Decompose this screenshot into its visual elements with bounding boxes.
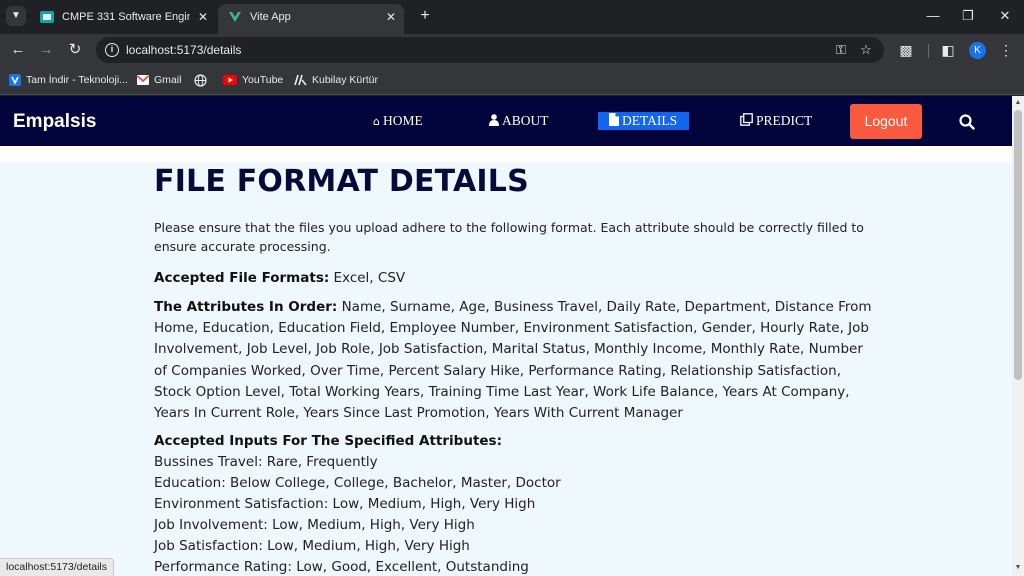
globe-icon <box>194 74 207 87</box>
file-icon <box>609 113 619 126</box>
youtube-icon <box>223 75 237 86</box>
back-button[interactable]: ← <box>7 39 29 61</box>
tab-title: Vite App <box>250 11 291 23</box>
bookmark-youtube[interactable]: YouTube <box>223 66 283 94</box>
forward-button[interactable]: → <box>35 39 57 61</box>
nav-details[interactable]: DETAILS <box>598 112 690 130</box>
side-panel-icon[interactable]: ◧ <box>938 40 958 60</box>
tab-title: CMPE 331 Software Engineering <box>62 11 190 23</box>
nav-predict[interactable]: PREDICT <box>740 112 812 130</box>
attributes-label: The Attributes In Order: <box>154 299 338 315</box>
bookmark-tam-indir[interactable]: Tam İndir - Teknoloji... <box>9 66 128 94</box>
input-rule: Environment Satisfaction: Low, Medium, H… <box>154 496 536 512</box>
input-rule: Education: Below College, College, Bache… <box>154 475 561 491</box>
copy-icon <box>740 113 753 126</box>
extensions-icon[interactable]: ▩ <box>896 40 916 60</box>
attributes-value: Name, Surname, Age, Business Travel, Dai… <box>154 299 872 422</box>
scroll-up-icon[interactable]: ▲ <box>1014 99 1022 107</box>
inputs-heading: Accepted Inputs For The Specified Attrib… <box>154 433 502 449</box>
page-scrollbar[interactable]: ▲ ▼ <box>1012 96 1024 576</box>
window-close-button[interactable]: ✕ <box>992 6 1018 26</box>
input-rule: Job Satisfaction: Low, Medium, High, Ver… <box>154 538 470 554</box>
page-viewport: Empalsis ⌂ HOME ABOUT DETAILS PREDICT Log… <box>0 96 1012 576</box>
close-icon[interactable]: ✕ <box>198 4 208 30</box>
address-bar[interactable]: i localhost:5173/details ⚿ ☆ <box>96 37 884 63</box>
vite-icon <box>229 12 241 22</box>
minimize-button[interactable]: — <box>920 6 946 26</box>
toolbar-divider <box>928 44 929 58</box>
user-icon <box>489 114 499 126</box>
browser-tab-strip: ▼ CMPE 331 Software Engineering ✕ Vite A… <box>0 0 1024 34</box>
nav-about[interactable]: ABOUT <box>489 112 549 130</box>
tab-search-button[interactable]: ▼ <box>6 6 26 26</box>
input-rule: Performance Rating: Low, Good, Excellent… <box>154 559 529 575</box>
tab-vite-app[interactable]: Vite App ✕ <box>218 4 404 34</box>
close-icon[interactable]: ✕ <box>386 4 396 30</box>
formats-row: Accepted File Formats: Excel, CSV <box>154 268 874 289</box>
bookmark-star-icon[interactable]: ☆ <box>857 41 875 59</box>
url-text[interactable]: localhost:5173/details <box>126 37 241 63</box>
nav-home[interactable]: ⌂ HOME <box>373 112 423 130</box>
moodle-icon <box>40 11 54 23</box>
restore-button[interactable]: ❐ <box>955 6 981 26</box>
new-tab-button[interactable]: + <box>416 6 434 26</box>
tamindir-icon <box>9 74 21 87</box>
scroll-down-icon[interactable]: ▼ <box>1014 564 1022 572</box>
bookmark-gmail[interactable]: Gmail <box>137 66 181 94</box>
reload-button[interactable]: ↻ <box>64 39 86 61</box>
brand-logo[interactable]: Empalsis <box>13 96 96 148</box>
gmail-icon <box>137 75 149 86</box>
formats-label: Accepted File Formats: <box>154 270 330 286</box>
attributes-row: The Attributes In Order: Name, Surname, … <box>154 297 874 424</box>
input-rule: Bussines Travel: Rare, Frequently <box>154 454 378 470</box>
browser-toolbar: ← → ↻ i localhost:5173/details ⚿ ☆ ▩ ◧ K… <box>0 34 1024 66</box>
logout-button[interactable]: Logout <box>850 104 922 139</box>
page-title: FILE FORMAT DETAILS <box>154 164 529 199</box>
profile-avatar[interactable]: K <box>969 42 986 59</box>
search-icon[interactable] <box>958 113 976 131</box>
key-icon[interactable]: ⚿ <box>832 41 850 59</box>
menu-icon[interactable]: ⋮ <box>996 40 1016 60</box>
intro-text: Please ensure that the files you upload … <box>154 220 864 254</box>
navbar-spacer <box>0 146 1012 162</box>
scroll-thumb[interactable] <box>1014 110 1022 380</box>
home-icon: ⌂ <box>373 115 380 128</box>
tab-cmpe-331[interactable]: CMPE 331 Software Engineering ✕ <box>30 4 216 34</box>
site-logo-icon <box>294 74 307 86</box>
input-rule: Job Involvement: Low, Medium, High, Very… <box>154 517 475 533</box>
formats-value: Excel, CSV <box>333 270 406 286</box>
bookmark-kubilay[interactable]: Kubilay Kürtür <box>293 66 378 94</box>
app-navbar: Empalsis ⌂ HOME ABOUT DETAILS PREDICT Log… <box>0 96 1012 146</box>
bookmark-globe[interactable] <box>194 66 212 94</box>
bookmarks-bar: Tam İndir - Teknoloji... Gmail YouTube K… <box>0 66 1024 95</box>
link-status-bubble: localhost:5173/details <box>0 558 114 576</box>
info-icon[interactable]: i <box>105 43 119 57</box>
